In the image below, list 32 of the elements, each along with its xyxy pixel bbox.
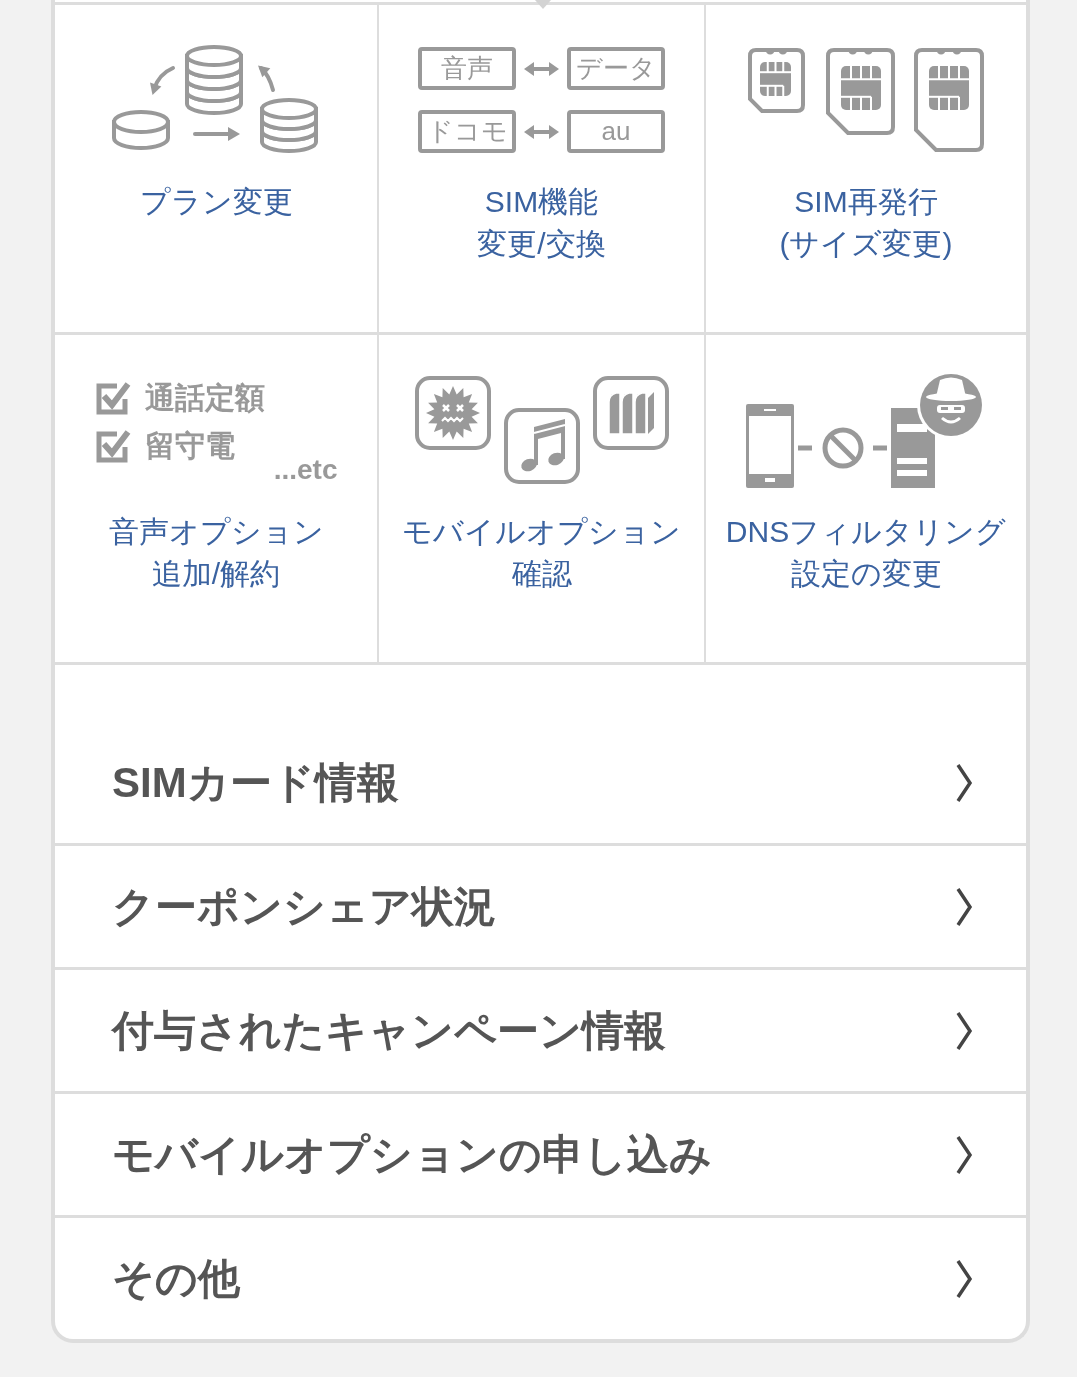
coin-stacks-icon — [111, 45, 321, 155]
etc-text: ...etc — [273, 454, 338, 486]
music-note-icon — [503, 408, 580, 484]
double-arrow-icon — [524, 61, 559, 76]
service-tag: au — [567, 110, 665, 153]
service-tag: ドコモ — [418, 110, 516, 153]
menu-list-item[interactable]: モバイルオプションの申し込み — [55, 1091, 1026, 1215]
chevron-icon — [955, 762, 973, 803]
option-text: 通話定額 — [144, 380, 265, 416]
checked-box-icon — [94, 429, 131, 463]
menu-list-item[interactable]: その他 — [55, 1215, 1026, 1339]
double-arrow-icon — [524, 124, 559, 139]
menu-list-item[interactable]: クーポンシェア状況 — [55, 843, 1026, 967]
chevron-icon — [955, 1258, 973, 1299]
sim-cards-icon — [748, 48, 984, 152]
chevron-icon — [955, 1134, 973, 1175]
menu-tile[interactable]: 音声 データ ドコモ au SIM機能 変更/交換 — [379, 5, 706, 335]
chevron-icon — [955, 1010, 973, 1051]
menu-tile[interactable]: DNSフィルタリング 設定の変更 — [706, 335, 1026, 665]
books-icon — [592, 376, 669, 450]
menu-tile[interactable]: プラン変更 — [55, 5, 379, 335]
menu-list-item[interactable]: 付与されたキャンペーン情報 — [55, 967, 1026, 1091]
checked-box-icon — [94, 381, 131, 415]
virus-icon — [414, 376, 491, 450]
menu-tile[interactable]: SIM再発行 (サイズ変更) — [706, 5, 1026, 335]
menu-tile[interactable]: モバイルオプション 確認 — [379, 335, 706, 665]
chevron-icon — [955, 886, 973, 927]
option-text: 留守電 — [144, 428, 235, 464]
service-tag: 音声 — [418, 47, 516, 90]
menu-list-item[interactable]: SIMカード情報 — [55, 722, 1026, 843]
service-tag: データ — [567, 47, 665, 90]
menu-tile[interactable]: 通話定額 留守電 ...etc 音声オプション 追加/解約 — [55, 335, 379, 665]
